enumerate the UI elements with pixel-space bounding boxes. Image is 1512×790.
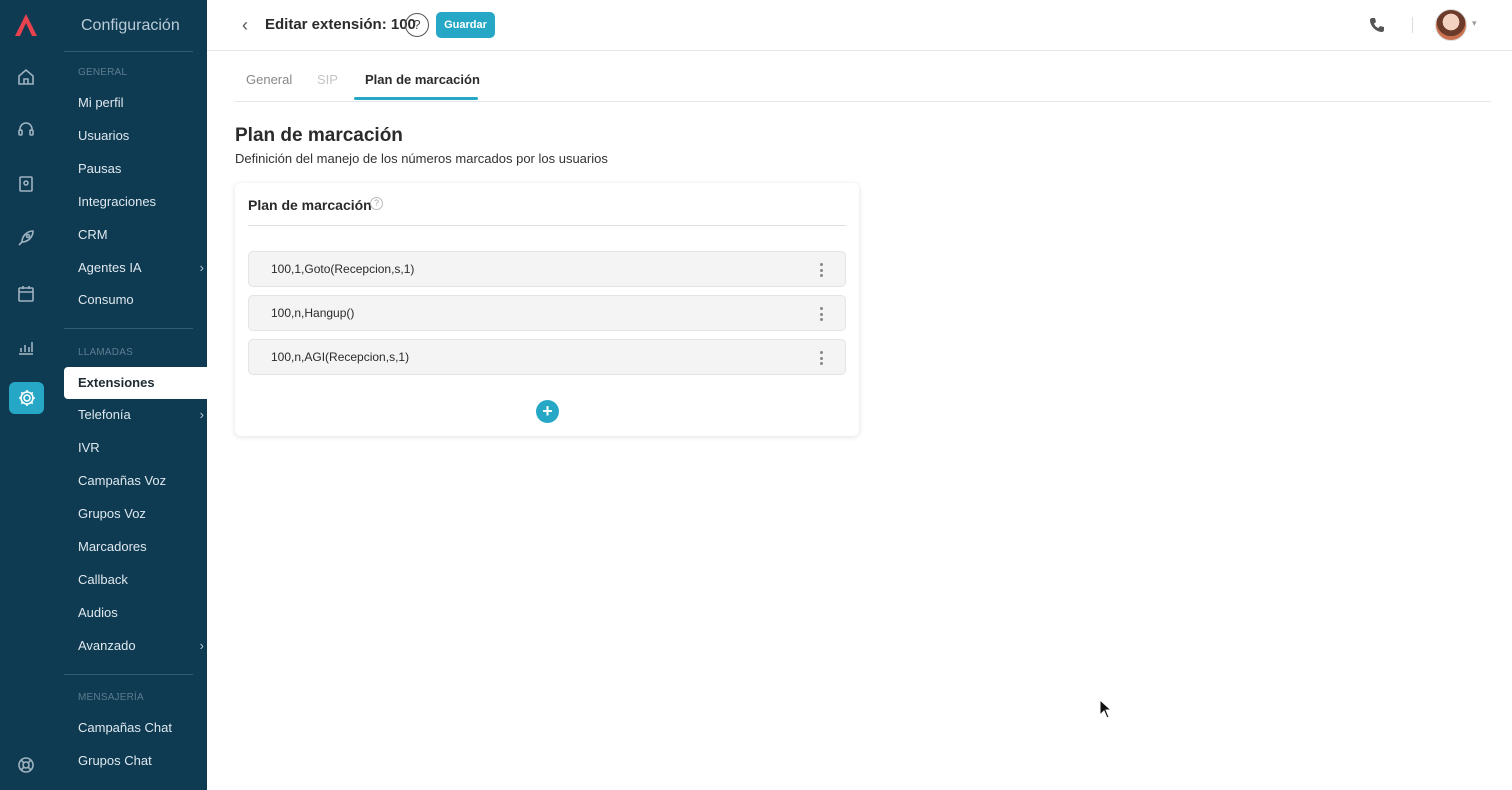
sidebar-item-crm[interactable]: CRM [78, 225, 198, 245]
support-lifebuoy-icon[interactable] [13, 752, 39, 778]
add-rule-button[interactable]: + [536, 400, 559, 423]
sidebar-item-telefonia[interactable]: Telefonía › [78, 405, 204, 425]
card-title: Plan de marcación [248, 197, 372, 213]
dial-plan-rule[interactable]: 100,n,Hangup() [248, 295, 846, 331]
section-label-mensajeria: MENSAJERÍA [78, 692, 144, 703]
settings-gear-icon[interactable] [9, 382, 44, 414]
more-options-icon[interactable] [819, 307, 823, 321]
calendar-icon[interactable] [13, 281, 39, 307]
mouse-cursor-icon [1099, 699, 1113, 719]
sidebar-item-campanas-chat[interactable]: Campañas Chat [78, 718, 198, 738]
sidebar-title: Configuración [81, 17, 180, 34]
dial-plan-rule[interactable]: 100,n,AGI(Recepcion,s,1) [248, 339, 846, 375]
sidebar-item-avanzado[interactable]: Avanzado › [78, 636, 204, 656]
headset-icon[interactable] [13, 117, 39, 143]
tab-general[interactable]: General [246, 72, 292, 87]
tab-bar: General SIP Plan de marcación [235, 60, 1491, 102]
sidebar-item-label: Avanzado [78, 638, 136, 653]
sidebar-item-pausas[interactable]: Pausas [78, 159, 198, 179]
dial-plan-card: Plan de marcación ? 100,1,Goto(Recepcion… [235, 183, 859, 436]
save-button[interactable]: Guardar [436, 12, 495, 38]
active-tab-indicator [354, 97, 478, 100]
user-avatar[interactable] [1435, 9, 1467, 41]
sidebar-item-label: Telefonía [78, 407, 131, 422]
sidebar-divider [64, 51, 193, 52]
rule-text: 100,n,AGI(Recepcion,s,1) [271, 350, 410, 364]
app-logo-icon[interactable] [13, 12, 39, 38]
dial-plan-rule[interactable]: 100,1,Goto(Recepcion,s,1) [248, 251, 846, 287]
sidebar-item-campanas-voz[interactable]: Campañas Voz [78, 471, 198, 491]
chevron-right-icon: › [199, 638, 204, 653]
sidebar-divider [64, 674, 193, 675]
sidebar-item-marcadores[interactable]: Marcadores [78, 537, 198, 557]
chevron-right-icon: › [199, 260, 204, 275]
section-label-general: GENERAL [78, 67, 128, 78]
icon-rail [0, 0, 50, 790]
page-title: Editar extensión: 100 [265, 16, 416, 33]
section-description: Definición del manejo de los números mar… [235, 151, 608, 166]
section-title: Plan de marcación [235, 125, 403, 146]
card-divider [248, 225, 846, 226]
tab-sip[interactable]: SIP [317, 72, 338, 87]
sidebar-item-ivr[interactable]: IVR [78, 438, 198, 458]
sidebar-item-grupos-chat[interactable]: Grupos Chat [78, 751, 198, 771]
rule-text: 100,n,Hangup() [271, 306, 355, 320]
chevron-right-icon: › [199, 407, 204, 422]
contacts-book-icon[interactable] [13, 171, 39, 197]
home-icon[interactable] [13, 64, 39, 90]
chart-icon[interactable] [13, 334, 39, 360]
rule-text: 100,1,Goto(Recepcion,s,1) [271, 262, 415, 276]
section-label-llamadas: LLAMADAS [78, 347, 133, 358]
sidebar-item-extensiones[interactable]: Extensiones [64, 367, 207, 399]
sidebar-item-agentes-ia[interactable]: Agentes IA › [78, 258, 204, 278]
sidebar-item-label: Agentes IA [78, 260, 142, 275]
settings-sidebar: Configuración GENERAL Mi perfil Usuarios… [50, 0, 207, 790]
sidebar-item-grupos-voz[interactable]: Grupos Voz [78, 504, 198, 524]
sidebar-item-audios[interactable]: Audios [78, 603, 198, 623]
sidebar-item-consumo[interactable]: Consumo [78, 290, 198, 310]
sidebar-item-callback[interactable]: Callback [78, 570, 198, 590]
top-bar: ‹ Editar extensión: 100 ? Guardar ▾ [207, 0, 1512, 51]
sidebar-item-integraciones[interactable]: Integraciones [78, 192, 198, 212]
phone-icon[interactable] [1368, 16, 1386, 34]
caret-down-icon[interactable]: ▾ [1472, 18, 1477, 29]
tab-plan-de-marcacion[interactable]: Plan de marcación [365, 72, 480, 87]
more-options-icon[interactable] [819, 263, 823, 277]
back-chevron-icon[interactable]: ‹ [242, 15, 248, 36]
rocket-icon[interactable] [13, 225, 39, 251]
sidebar-divider [64, 328, 193, 329]
help-icon[interactable]: ? [405, 13, 429, 37]
divider [1412, 17, 1413, 33]
sidebar-item-usuarios[interactable]: Usuarios [78, 126, 198, 146]
help-icon[interactable]: ? [370, 197, 383, 210]
sidebar-item-mi-perfil[interactable]: Mi perfil [78, 93, 198, 113]
more-options-icon[interactable] [819, 351, 823, 365]
